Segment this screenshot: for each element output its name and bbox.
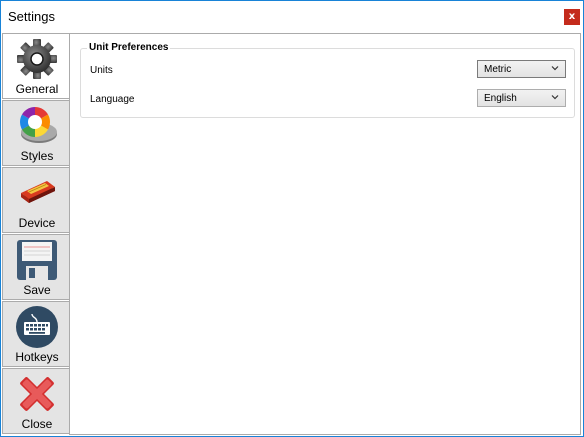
nav-label-device: Device <box>18 216 56 230</box>
settings-window: Settings x General Styles Device Save Ho… <box>0 0 584 437</box>
language-label: Language <box>90 94 135 105</box>
nav-label-close: Close <box>21 417 53 431</box>
nav-item-device[interactable]: Device <box>2 167 70 233</box>
chevron-down-icon <box>551 66 559 71</box>
units-select-value: Metric <box>484 64 512 75</box>
nav-label-hotkeys: Hotkeys <box>15 350 59 364</box>
window-close-button[interactable]: x <box>564 9 580 25</box>
settings-panel: Unit Preferences Units Metric Language E… <box>69 33 581 435</box>
nav-item-save[interactable]: Save <box>2 234 70 300</box>
nav-item-general[interactable]: General <box>2 33 70 99</box>
nav-item-styles[interactable]: Styles <box>2 100 70 166</box>
window-title: Settings <box>8 9 55 24</box>
nav-item-close[interactable]: Close <box>2 368 70 434</box>
keyboard-icon <box>16 306 58 348</box>
language-select[interactable]: English <box>477 89 566 107</box>
unit-preferences-group: Unit Preferences Units Metric Language E… <box>80 42 575 118</box>
gear-icon <box>17 39 57 79</box>
device-icon <box>21 181 55 203</box>
nav-label-styles: Styles <box>20 149 54 163</box>
nav-item-hotkeys[interactable]: Hotkeys <box>2 301 70 367</box>
nav-label-save: Save <box>23 283 51 297</box>
group-legend: Unit Preferences <box>87 42 171 53</box>
language-select-value: English <box>484 93 517 104</box>
nav-label-general: General <box>15 82 59 96</box>
chevron-down-icon <box>551 95 559 100</box>
color-wheel-icon <box>19 107 57 143</box>
title-bar[interactable]: Settings x <box>1 1 583 31</box>
red-x-icon <box>20 377 54 411</box>
floppy-disk-icon <box>17 240 57 280</box>
units-label: Units <box>90 65 113 76</box>
units-select[interactable]: Metric <box>477 60 566 78</box>
side-navigation: General Styles Device Save Hotkeys Close <box>2 33 70 435</box>
